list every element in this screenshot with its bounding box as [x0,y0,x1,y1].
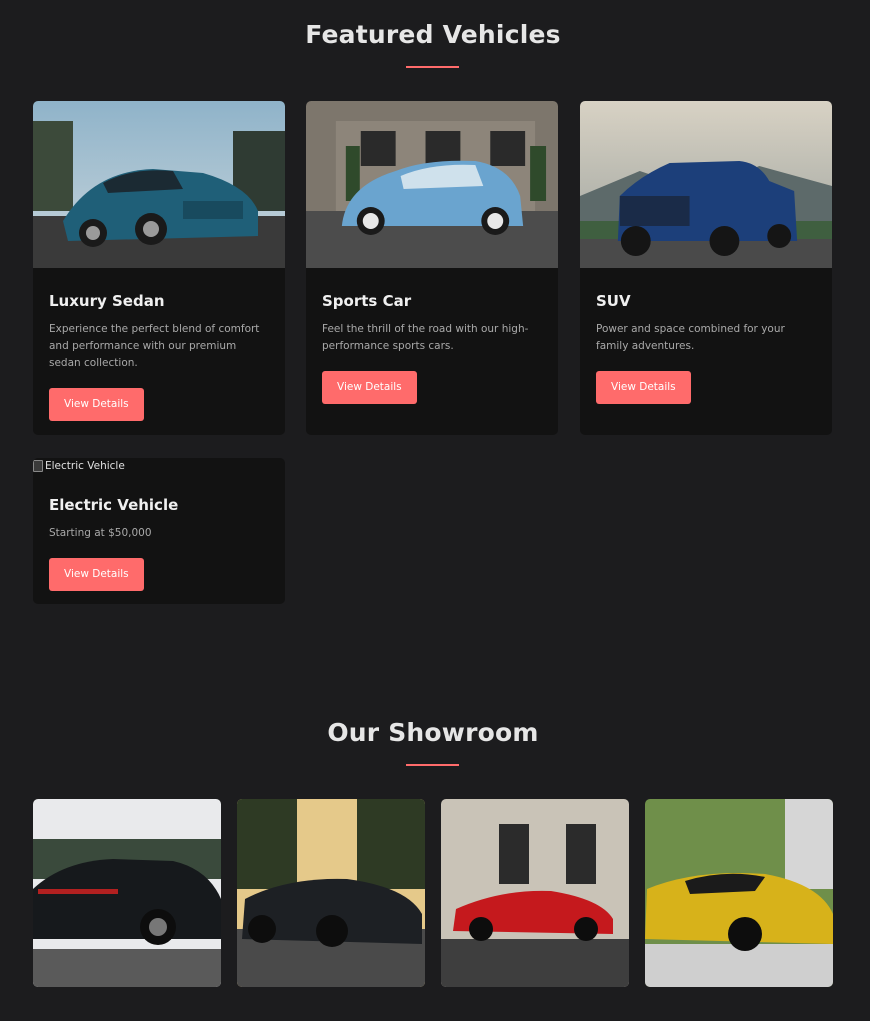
vehicle-card-sports-car: Sports Car Feel the thrill of the road w… [306,101,558,435]
image-alt-text: Electric Vehicle [45,460,125,472]
card-description: Power and space combined for your family… [596,323,785,352]
showroom-photo-porsche[interactable] [33,799,221,987]
sports-car-image [306,101,558,268]
card-description: Feel the thrill of the road with our hig… [322,323,529,352]
featured-title: Featured Vehicles [305,20,561,49]
view-details-button[interactable]: View Details [49,388,144,421]
vehicle-card-electric-vehicle: Electric Vehicle Electric Vehicle Starti… [33,458,285,604]
featured-title-underline [406,66,459,68]
showroom-photo-mustang[interactable] [237,799,425,987]
showroom-title: Our Showroom [327,718,539,747]
suv-image [580,101,832,268]
luxury-sedan-image [33,101,285,268]
card-description: Experience the perfect blend of comfort … [49,323,260,369]
showroom-title-underline [406,764,459,766]
card-title: SUV [596,292,631,310]
showroom-photo-jaguar[interactable] [441,799,629,987]
showroom-photo-lamborghini[interactable] [645,799,833,987]
card-title: Sports Car [322,292,412,310]
card-title: Luxury Sedan [49,292,165,310]
broken-image-icon [33,460,43,472]
electric-vehicle-image-broken: Electric Vehicle [33,458,285,474]
view-details-button[interactable]: View Details [49,558,144,591]
view-details-button[interactable]: View Details [322,371,417,404]
card-title: Electric Vehicle [49,496,179,514]
card-price: Starting at $50,000 [49,527,152,539]
vehicle-card-suv: SUV Power and space combined for your fa… [580,101,832,435]
vehicle-card-luxury-sedan: Luxury Sedan Experience the perfect blen… [33,101,285,435]
view-details-button[interactable]: View Details [596,371,691,404]
